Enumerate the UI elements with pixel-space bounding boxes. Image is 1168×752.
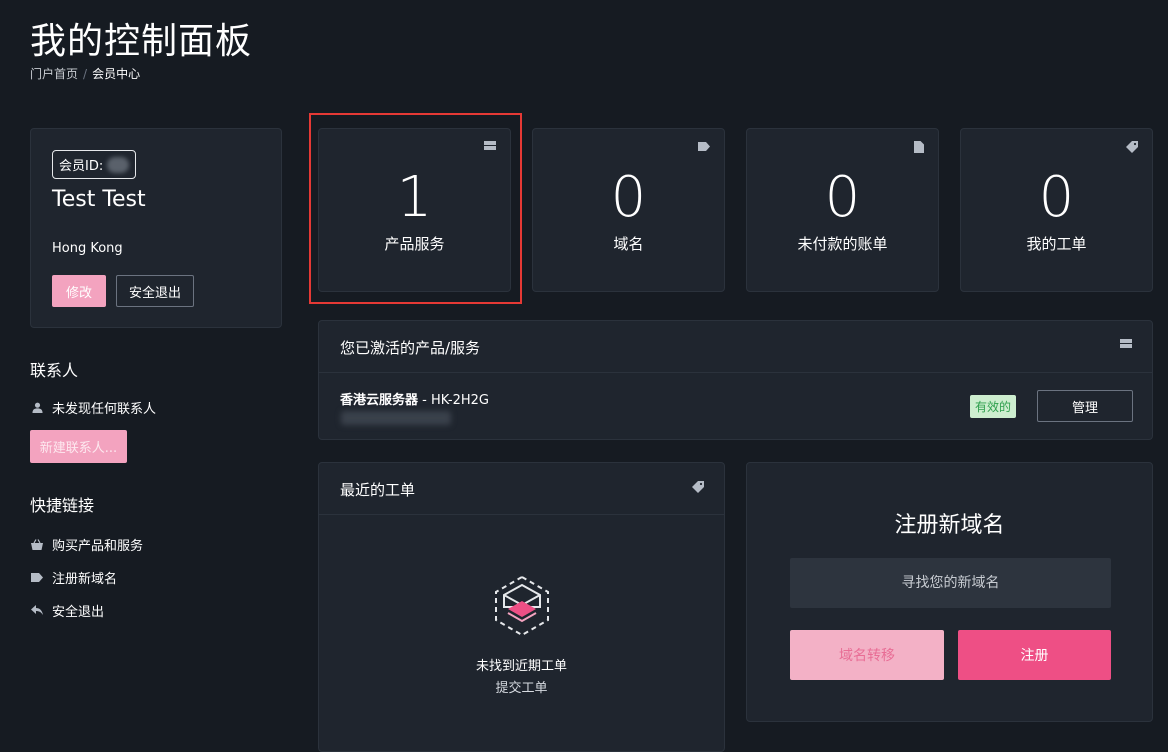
- empty-tickets-text: 未找到近期工单: [475, 659, 567, 674]
- member-id-label: 会员ID:: [59, 159, 104, 174]
- quick-link-register-domain[interactable]: 注册新域名: [30, 568, 117, 587]
- product-domain-redacted: [341, 411, 451, 425]
- domain-register-panel: 注册新域名 域名转移 注册: [746, 462, 1153, 722]
- breadcrumb: 门户首页 / 会员中心: [30, 65, 140, 82]
- stat-tile-domains[interactable]: 0 域名: [532, 128, 725, 292]
- breadcrumb-current: 会员中心: [92, 67, 141, 81]
- tag-icon: [30, 573, 44, 582]
- member-id-redacted: [107, 156, 130, 173]
- contacts-empty-text: 未发现任何联系人: [52, 402, 157, 417]
- manage-button[interactable]: 管理: [1037, 390, 1133, 422]
- panel-title: 最近的工单: [340, 481, 416, 499]
- breadcrumb-separator: /: [83, 67, 88, 81]
- stat-tile-tickets[interactable]: 0 我的工单: [960, 128, 1153, 292]
- reply-icon: [30, 605, 44, 616]
- server-icon: [1120, 339, 1132, 352]
- quick-link-label: 购买产品和服务: [52, 539, 144, 554]
- active-products-panel: 您已激活的产品/服务 香港云服务器 - HK-2H2G 有效的 管理: [318, 320, 1153, 440]
- panel-header: 最近的工单: [319, 463, 724, 515]
- status-badge: 有效的: [970, 395, 1016, 418]
- edit-profile-button[interactable]: 修改: [52, 275, 106, 307]
- quick-link-logout[interactable]: 安全退出: [30, 601, 104, 620]
- stat-value: 0: [1038, 165, 1075, 230]
- new-contact-button[interactable]: 新建联系人...: [30, 430, 127, 463]
- document-icon: [914, 141, 924, 156]
- logout-button[interactable]: 安全退出: [116, 275, 194, 307]
- stat-label: 我的工单: [1026, 235, 1087, 253]
- highlight-box: [309, 113, 522, 304]
- panel-title: 您已激活的产品/服务: [340, 339, 481, 357]
- stat-value: 0: [824, 165, 861, 230]
- domain-register-button[interactable]: 注册: [958, 630, 1111, 680]
- stat-label: 域名: [613, 235, 644, 253]
- recent-tickets-panel: 最近的工单 未找到近期工单 提交工单: [318, 462, 725, 752]
- quick-link-buy[interactable]: 购买产品和服务: [30, 535, 143, 554]
- quick-link-label: 注册新域名: [52, 572, 118, 587]
- stat-value: 0: [610, 165, 647, 230]
- page-title: 我的控制面板: [30, 21, 253, 62]
- contacts-heading: 联系人: [30, 361, 79, 380]
- tag-icon: [698, 141, 710, 154]
- basket-icon: [30, 539, 44, 550]
- user-icon: [30, 402, 44, 413]
- ticket-icon: [1126, 141, 1138, 156]
- contacts-empty: 未发现任何联系人: [30, 398, 156, 417]
- product-plan: - HK-2H2G: [418, 393, 489, 408]
- profile-name: Test Test: [52, 187, 146, 212]
- quick-links-heading: 快捷链接: [30, 496, 95, 515]
- submit-ticket-link[interactable]: 提交工单: [319, 677, 724, 696]
- empty-inbox-icon: [495, 575, 549, 637]
- product-title: 香港云服务器: [340, 393, 419, 408]
- ticket-icon: [692, 481, 704, 496]
- profile-city: Hong Kong: [52, 241, 123, 256]
- profile-card: 会员ID: Test Test Hong Kong 修改 安全退出: [30, 128, 282, 328]
- panel-header: 您已激活的产品/服务: [319, 321, 1152, 373]
- stat-label: 未付款的账单: [797, 235, 888, 253]
- product-name[interactable]: 香港云服务器 - HK-2H2G: [340, 389, 489, 408]
- breadcrumb-home-link[interactable]: 门户首页: [30, 67, 78, 81]
- stat-tile-unpaid-invoices[interactable]: 0 未付款的账单: [746, 128, 939, 292]
- domain-search-input[interactable]: [790, 558, 1111, 608]
- quick-link-label: 安全退出: [52, 605, 105, 620]
- member-id-box: 会员ID:: [52, 150, 137, 179]
- domain-transfer-button[interactable]: 域名转移: [790, 630, 944, 680]
- domain-register-title: 注册新域名: [894, 513, 1005, 538]
